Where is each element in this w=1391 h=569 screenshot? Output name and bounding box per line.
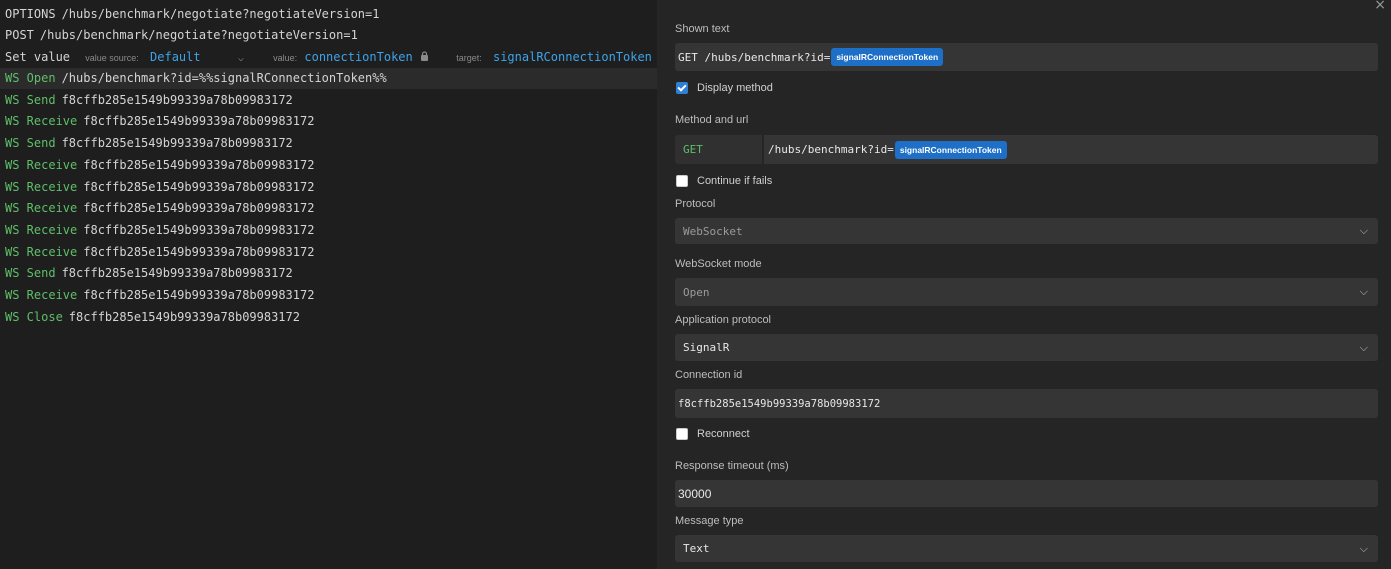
set-value-row[interactable]: Set value value source: Default ⌵ value:…: [0, 47, 657, 68]
display-method-checkbox[interactable]: Display method: [676, 82, 773, 94]
response-timeout-label: Response timeout (ms): [675, 460, 789, 472]
ws-request-row[interactable]: WS Receive f8cffb285e1549b99339a78b099831…: [0, 177, 657, 198]
checkbox-checked-icon[interactable]: [676, 82, 688, 94]
ws-request-row[interactable]: WS Receive f8cffb285e1549b99339a78b099831…: [0, 155, 657, 176]
ws-request-row[interactable]: WS Receive f8cffb285e1549b99339a78b099831…: [0, 111, 657, 132]
method-url-group: GET /hubs/benchmark?id= signalRConnection…: [675, 135, 1378, 164]
request-url: f8cffb285e1549b99339a78b09983172: [83, 114, 315, 128]
request-method: OPTIONS: [5, 7, 56, 21]
protocol-value: WebSocket: [683, 224, 743, 238]
websocket-mode-value: Open: [683, 285, 710, 299]
ws-request-row[interactable]: WS Send f8cffb285e1549b99339a78b09983172: [0, 263, 657, 284]
request-row[interactable]: POST/hubs/benchmark/negotiate?negotiateV…: [0, 25, 657, 46]
request-url: f8cffb285e1549b99339a78b09983172: [83, 245, 315, 259]
request-editor-panel: × Shown text GET /hubs/benchmark?id= sign…: [657, 0, 1391, 569]
ws-request-row[interactable]: WS Send f8cffb285e1549b99339a78b09983172: [0, 90, 657, 111]
method-url-label: Method and url: [675, 114, 749, 126]
request-method: WS Receive: [5, 180, 78, 194]
request-url: f8cffb285e1549b99339a78b09983172: [83, 158, 315, 172]
connection-id-input[interactable]: f8cffb285e1549b99339a78b09983172: [675, 389, 1378, 418]
request-method: POST: [5, 28, 34, 42]
websocket-mode-select[interactable]: Open ⌵: [675, 278, 1378, 306]
lock-icon: [420, 47, 429, 68]
continue-if-fails-checkbox[interactable]: Continue if fails: [676, 175, 772, 187]
message-type-select[interactable]: Text ⌵: [675, 535, 1378, 562]
connection-id-label: Connection id: [675, 369, 743, 381]
connection-id-value: f8cffb285e1549b99339a78b09983172: [678, 397, 881, 410]
request-url: /hubs/benchmark?id=%%signalRConnectionTo…: [61, 71, 387, 85]
request-method: WS Receive: [5, 223, 78, 237]
ws-request-row[interactable]: WS Receive f8cffb285e1549b99339a78b099831…: [0, 198, 657, 219]
shown-text-value: GET /hubs/benchmark?id=: [678, 50, 831, 64]
set-value-label: Set value: [5, 50, 71, 64]
request-url: f8cffb285e1549b99339a78b09983172: [83, 180, 315, 194]
request-url: f8cffb285e1549b99339a78b09983172: [61, 93, 293, 107]
request-method: WS Open: [5, 71, 56, 85]
ws-request-row[interactable]: WS Receive f8cffb285e1549b99339a78b099831…: [0, 242, 657, 263]
protocol-select[interactable]: WebSocket ⌵: [675, 218, 1378, 244]
method-select[interactable]: GET: [675, 135, 762, 164]
value-source-label: value source:: [85, 53, 139, 63]
request-url: f8cffb285e1549b99339a78b09983172: [83, 288, 315, 302]
target-field[interactable]: signalRConnectionToken: [493, 50, 652, 64]
checkbox-unchecked-icon[interactable]: [676, 175, 688, 187]
application-protocol-value: SignalR: [683, 341, 730, 354]
request-method: WS Close: [5, 310, 63, 324]
request-row[interactable]: OPTIONS/hubs/benchmark/negotiate?negotia…: [0, 4, 657, 25]
request-list: OPTIONS/hubs/benchmark/negotiate?negotia…: [0, 0, 657, 569]
display-method-label: Display method: [697, 82, 773, 94]
request-url: /hubs/benchmark/negotiate?negotiateVersi…: [61, 7, 380, 21]
close-icon[interactable]: ×: [1374, 0, 1386, 13]
message-type-value: Text: [683, 542, 710, 555]
reconnect-label: Reconnect: [697, 428, 750, 440]
variable-chip[interactable]: signalRConnectionToken: [894, 140, 1007, 159]
request-url: f8cffb285e1549b99339a78b09983172: [83, 223, 315, 237]
ws-request-row[interactable]: WS Receive f8cffb285e1549b99339a78b099831…: [0, 285, 657, 306]
chevron-down-icon: ⌵: [1359, 285, 1368, 298]
request-url: f8cffb285e1549b99339a78b09983172: [61, 266, 293, 280]
request-url: /hubs/benchmark/negotiate?negotiateVersi…: [39, 28, 358, 42]
ws-request-row[interactable]: WS Open/hubs/benchmark?id=%%signalRConne…: [0, 68, 657, 89]
response-timeout-value: 30000: [678, 486, 712, 501]
target-label: target:: [456, 53, 482, 63]
request-method: WS Send: [5, 266, 56, 280]
protocol-label: Protocol: [675, 198, 716, 210]
shown-text-input[interactable]: GET /hubs/benchmark?id= signalRConnection…: [675, 43, 1378, 71]
message-type-label: Message type: [675, 515, 744, 527]
chevron-down-icon: ⌵: [1359, 340, 1368, 354]
request-method: WS Receive: [5, 245, 78, 259]
chevron-down-icon[interactable]: ⌵: [238, 53, 244, 64]
ws-request-row[interactable]: WS Send f8cffb285e1549b99339a78b09983172: [0, 133, 657, 154]
value-source-select[interactable]: Default: [150, 50, 201, 64]
value-field[interactable]: connectionToken: [304, 50, 412, 64]
request-method: WS Send: [5, 93, 56, 107]
request-method: WS Receive: [5, 201, 78, 215]
request-url: f8cffb285e1549b99339a78b09983172: [68, 310, 300, 324]
ws-request-row[interactable]: WS Receive f8cffb285e1549b99339a78b099831…: [0, 220, 657, 241]
request-method: WS Receive: [5, 288, 78, 302]
request-method: WS Send: [5, 136, 56, 150]
application-protocol-select[interactable]: SignalR ⌵: [675, 334, 1378, 361]
checkbox-unchecked-icon[interactable]: [676, 428, 688, 440]
request-url: f8cffb285e1549b99339a78b09983172: [61, 136, 293, 150]
chevron-down-icon: ⌵: [1359, 541, 1368, 555]
variable-chip[interactable]: signalRConnectionToken: [831, 48, 944, 66]
ws-request-row[interactable]: WS Close f8cffb285e1549b99339a78b09983172: [0, 307, 657, 328]
url-value: /hubs/benchmark?id=: [768, 143, 894, 156]
request-method: WS Receive: [5, 158, 78, 172]
websocket-mode-label: WebSocket mode: [675, 258, 762, 270]
continue-if-fails-label: Continue if fails: [697, 175, 773, 187]
reconnect-checkbox[interactable]: Reconnect: [676, 428, 750, 440]
value-label: value:: [273, 53, 298, 63]
request-method: WS Receive: [5, 114, 78, 128]
response-timeout-input[interactable]: 30000: [675, 480, 1378, 507]
request-url: f8cffb285e1549b99339a78b09983172: [83, 201, 315, 215]
chevron-down-icon: ⌵: [1359, 224, 1368, 237]
shown-text-label: Shown text: [675, 23, 730, 35]
url-input[interactable]: /hubs/benchmark?id= signalRConnectionToke…: [764, 135, 1378, 164]
application-protocol-label: Application protocol: [675, 314, 772, 326]
